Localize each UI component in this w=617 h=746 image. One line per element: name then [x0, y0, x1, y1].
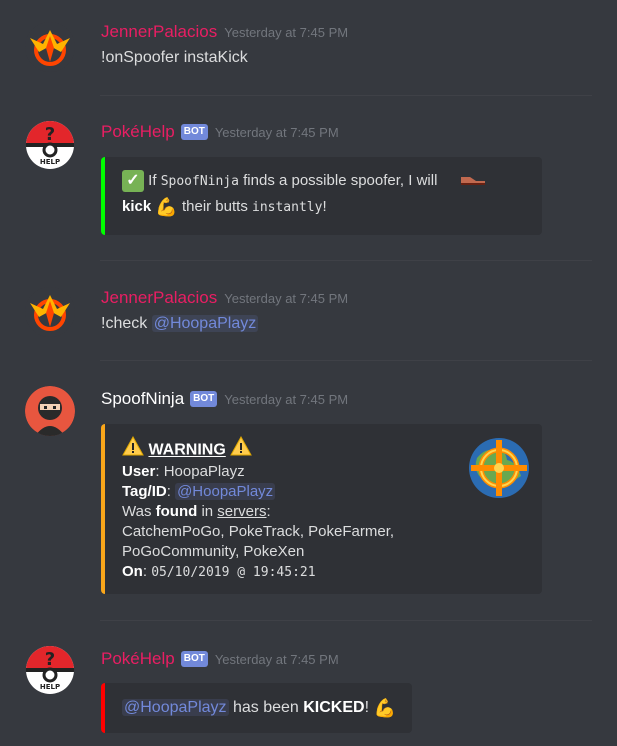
- flexed-biceps-icon: 💪: [155, 197, 178, 218]
- found-line: Was found in servers:: [122, 503, 271, 520]
- timestamp: Yesterday at 7:45 PM: [214, 124, 339, 140]
- avatar-pokehelp[interactable]: ? HELP: [25, 645, 75, 695]
- server-list-1: CatchemPoGo, PokeTrack, PokeFarmer,: [122, 523, 395, 540]
- author-name[interactable]: JennerPalacios: [101, 288, 217, 308]
- timestamp: Yesterday at 7:45 PM: [224, 391, 349, 407]
- avatar-jennerpalacios[interactable]: [25, 287, 75, 337]
- team-valor-icon: [25, 287, 75, 337]
- embed: WARNING User: HoopaPlayz Tag/ID: @HoopaP…: [101, 424, 542, 594]
- tag-line: Tag/ID: @HoopaPlayz: [122, 483, 276, 500]
- warning-icon: [122, 435, 144, 465]
- pokeball-help-icon: ? HELP: [26, 121, 74, 169]
- crosshair-thumbnail[interactable]: [467, 436, 531, 500]
- timestamp: Yesterday at 7:45 PM: [224, 24, 349, 40]
- author-name[interactable]: JennerPalacios: [101, 22, 217, 42]
- message-divider: [100, 260, 592, 261]
- avatar-pokehelp[interactable]: ? HELP: [25, 120, 75, 170]
- embed-title: WARNING: [122, 435, 394, 465]
- bot-badge: BOT: [180, 124, 208, 140]
- pokeball-help-icon: ? HELP: [26, 646, 74, 694]
- timestamp: Yesterday at 7:45 PM: [214, 651, 339, 667]
- warning-icon: [230, 435, 253, 465]
- server-list-2: PoGoCommunity, PokeXen: [122, 543, 305, 560]
- author-name[interactable]: PokéHelp: [101, 122, 175, 142]
- team-valor-icon: [25, 22, 75, 72]
- embed-line-2: kick 💪 their butts instantly!: [122, 197, 327, 218]
- bot-badge: BOT: [190, 391, 218, 407]
- user-mention[interactable]: @HoopaPlayz: [151, 315, 259, 332]
- embed: @HoopaPlayz has been KICKED! 💪: [101, 683, 412, 733]
- inline-code: instantly: [252, 200, 323, 215]
- message-divider: [100, 95, 592, 96]
- check-mark-icon: ✓: [122, 170, 144, 192]
- avatar-jennerpalacios[interactable]: [25, 22, 75, 72]
- embed-line: @HoopaPlayz has been KICKED! 💪: [122, 698, 396, 718]
- user-line: User: HoopaPlayz: [122, 463, 245, 480]
- author-name[interactable]: PokéHelp: [101, 649, 175, 669]
- shoe-icon: [460, 171, 486, 191]
- avatar-spoofninja[interactable]: [25, 386, 75, 436]
- svg-text:HELP: HELP: [40, 158, 60, 166]
- inline-code: SpoofNinja: [160, 173, 239, 189]
- message-divider: [100, 620, 592, 621]
- embed: ✓ If SpoofNinja finds a possible spoofer…: [101, 157, 542, 235]
- ninja-icon: [25, 386, 75, 436]
- flexed-biceps-icon: 💪: [373, 698, 396, 718]
- svg-text:HELP: HELP: [40, 683, 60, 691]
- author-name[interactable]: SpoofNinja: [101, 389, 184, 409]
- embed-line-1: ✓ If SpoofNinja finds a possible spoofer…: [122, 170, 486, 192]
- crosshair-globe-icon: [469, 438, 529, 498]
- svg-text:?: ?: [45, 124, 55, 145]
- user-mention[interactable]: @HoopaPlayz: [175, 483, 276, 500]
- on-line: On: 05/10/2019 @ 19:45:21: [122, 563, 316, 580]
- bot-badge: BOT: [180, 651, 208, 667]
- user-mention[interactable]: @HoopaPlayz: [122, 699, 229, 717]
- timestamp: Yesterday at 7:45 PM: [224, 290, 349, 306]
- message-divider: [100, 360, 592, 361]
- message-text: !onSpoofer instaKick: [101, 49, 248, 66]
- message-text: !check @HoopaPlayz: [101, 315, 259, 332]
- inline-code: 05/10/2019 @ 19:45:21: [151, 565, 316, 580]
- svg-text:?: ?: [45, 649, 55, 670]
